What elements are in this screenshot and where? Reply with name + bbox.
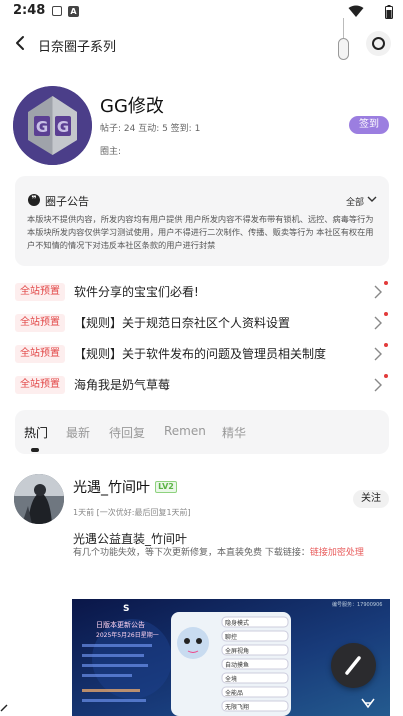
announcement-title: 圈子公告 (45, 195, 89, 208)
post-meta: 1天前 [一次优好:最后回复1天前] (73, 508, 191, 517)
signin-button[interactable]: 签到 (349, 116, 389, 134)
pinned-post[interactable]: 全站预置 软件分享的宝宝们必看! (15, 281, 390, 303)
screenshot-menu-item: 全屏视角 (225, 647, 249, 655)
status-time: 2:48 (13, 3, 46, 18)
post-body-text: 有几个功能失效，等下次更新修复，本直装免费 下载链接： (73, 548, 310, 558)
screenshot-date: 2025年5月26日星期一 (96, 631, 159, 639)
screenshot-menu-item: 聊控 (225, 633, 237, 641)
pinned-tag: 全站预置 (15, 314, 65, 332)
pinned-post[interactable]: 全站预置 海角我是奶气草莓 (15, 374, 390, 396)
circle-name: GG修改 (100, 96, 164, 117)
tab-awaiting-reply[interactable]: 待回复 (109, 424, 145, 441)
pinned-tag: 全站预置 (15, 283, 65, 301)
battery-icon (385, 5, 393, 19)
svg-text:S: S (123, 604, 129, 614)
screenshot-menu-item: 自动摸鱼 (225, 661, 249, 669)
pinned-tag: 全站预置 (15, 345, 65, 363)
announcement-expand-label[interactable]: 全部 (346, 195, 364, 208)
pinned-post[interactable]: 全站预置 【规则】关于规范日奈社区个人资料设置 (15, 312, 390, 334)
chevron-right-icon (374, 285, 382, 299)
follow-button[interactable]: 关注 (353, 490, 389, 508)
post-body: 有几个功能失效，等下次更新修复，本直装免费 下载链接：链接加密处理 (73, 546, 383, 560)
pinned-title: 【规则】关于规范日奈社区个人资料设置 (74, 316, 291, 330)
back-arrow-icon[interactable] (12, 34, 30, 52)
circle-logo: G G (13, 86, 92, 165)
announcement-text: 本版块不提供内容，所发内容均有用户提供 用户所发内容不得发布带有锁机、远控、病毒… (27, 214, 374, 250)
tab-latest[interactable]: 最新 (66, 424, 90, 441)
post-author[interactable]: 光遇_竹间叶 (73, 477, 150, 497)
screenshot-top-right: 编号服务：17900906 (332, 601, 382, 608)
more-options-button[interactable] (366, 31, 391, 56)
tab-featured[interactable]: 精华 (222, 424, 246, 441)
notification-icon (52, 6, 62, 16)
chevron-right-icon (374, 378, 382, 392)
notification-app-icon: A (68, 6, 79, 17)
page-title: 日奈圈子系列 (38, 40, 117, 55)
announcement-card: ❞ 圈子公告 全部 本版块不提供内容，所发内容均有用户提供 用户所发内容不得发布… (15, 176, 389, 266)
screenshot-menu-item: 隐身模式 (225, 619, 249, 627)
screenshot-menu-item: 全境 (225, 675, 237, 683)
avatar[interactable] (14, 474, 64, 524)
pinned-post[interactable]: 全站预置 【规则】关于软件发布的问题及管理员相关制度 (15, 343, 390, 365)
unread-dot (384, 374, 388, 378)
pinned-tag: 全站预置 (15, 376, 65, 394)
svg-text:G: G (57, 118, 69, 136)
chevron-right-icon (374, 316, 382, 330)
pinned-title: 软件分享的宝宝们必看! (74, 285, 199, 299)
wifi-icon (348, 5, 364, 17)
post-title[interactable]: 光遇公益直装_竹间叶 (73, 530, 187, 547)
pencil-icon (345, 656, 361, 675)
compose-button[interactable] (331, 643, 376, 688)
unread-dot (384, 312, 388, 316)
corner-mark-icon (0, 704, 8, 712)
chevron-right-icon (374, 347, 382, 361)
tab-hot[interactable]: 热门 (24, 424, 48, 441)
tab-indicator (31, 448, 39, 452)
feed-tabs: 热门 最新 待回复 Remen 精华 (15, 410, 389, 454)
unread-dot (384, 281, 388, 285)
post-link[interactable]: 链接加密处理 (310, 548, 364, 558)
pull-handle[interactable] (338, 38, 349, 60)
circle-stats: 帖子: 24 互动: 5 签到: 1 (100, 124, 201, 134)
circle-owner: 圈主: (100, 147, 122, 157)
screenshot-menu-item: 无限飞翔 (225, 703, 249, 711)
unread-dot (384, 343, 388, 347)
chevron-down-icon[interactable] (367, 194, 377, 204)
screenshot-heading: 日版本更新公告 (96, 620, 145, 629)
pinned-title: 海角我是奶气草莓 (74, 378, 171, 392)
svg-text:G: G (36, 118, 48, 136)
tab-remen[interactable]: Remen (164, 424, 206, 438)
level-badge: LV2 (155, 481, 177, 493)
pinned-title: 【规则】关于软件发布的问题及管理员相关制度 (74, 347, 327, 361)
screenshot-menu-item: 全能品 (225, 689, 243, 697)
quote-icon: ❞ (28, 194, 40, 206)
